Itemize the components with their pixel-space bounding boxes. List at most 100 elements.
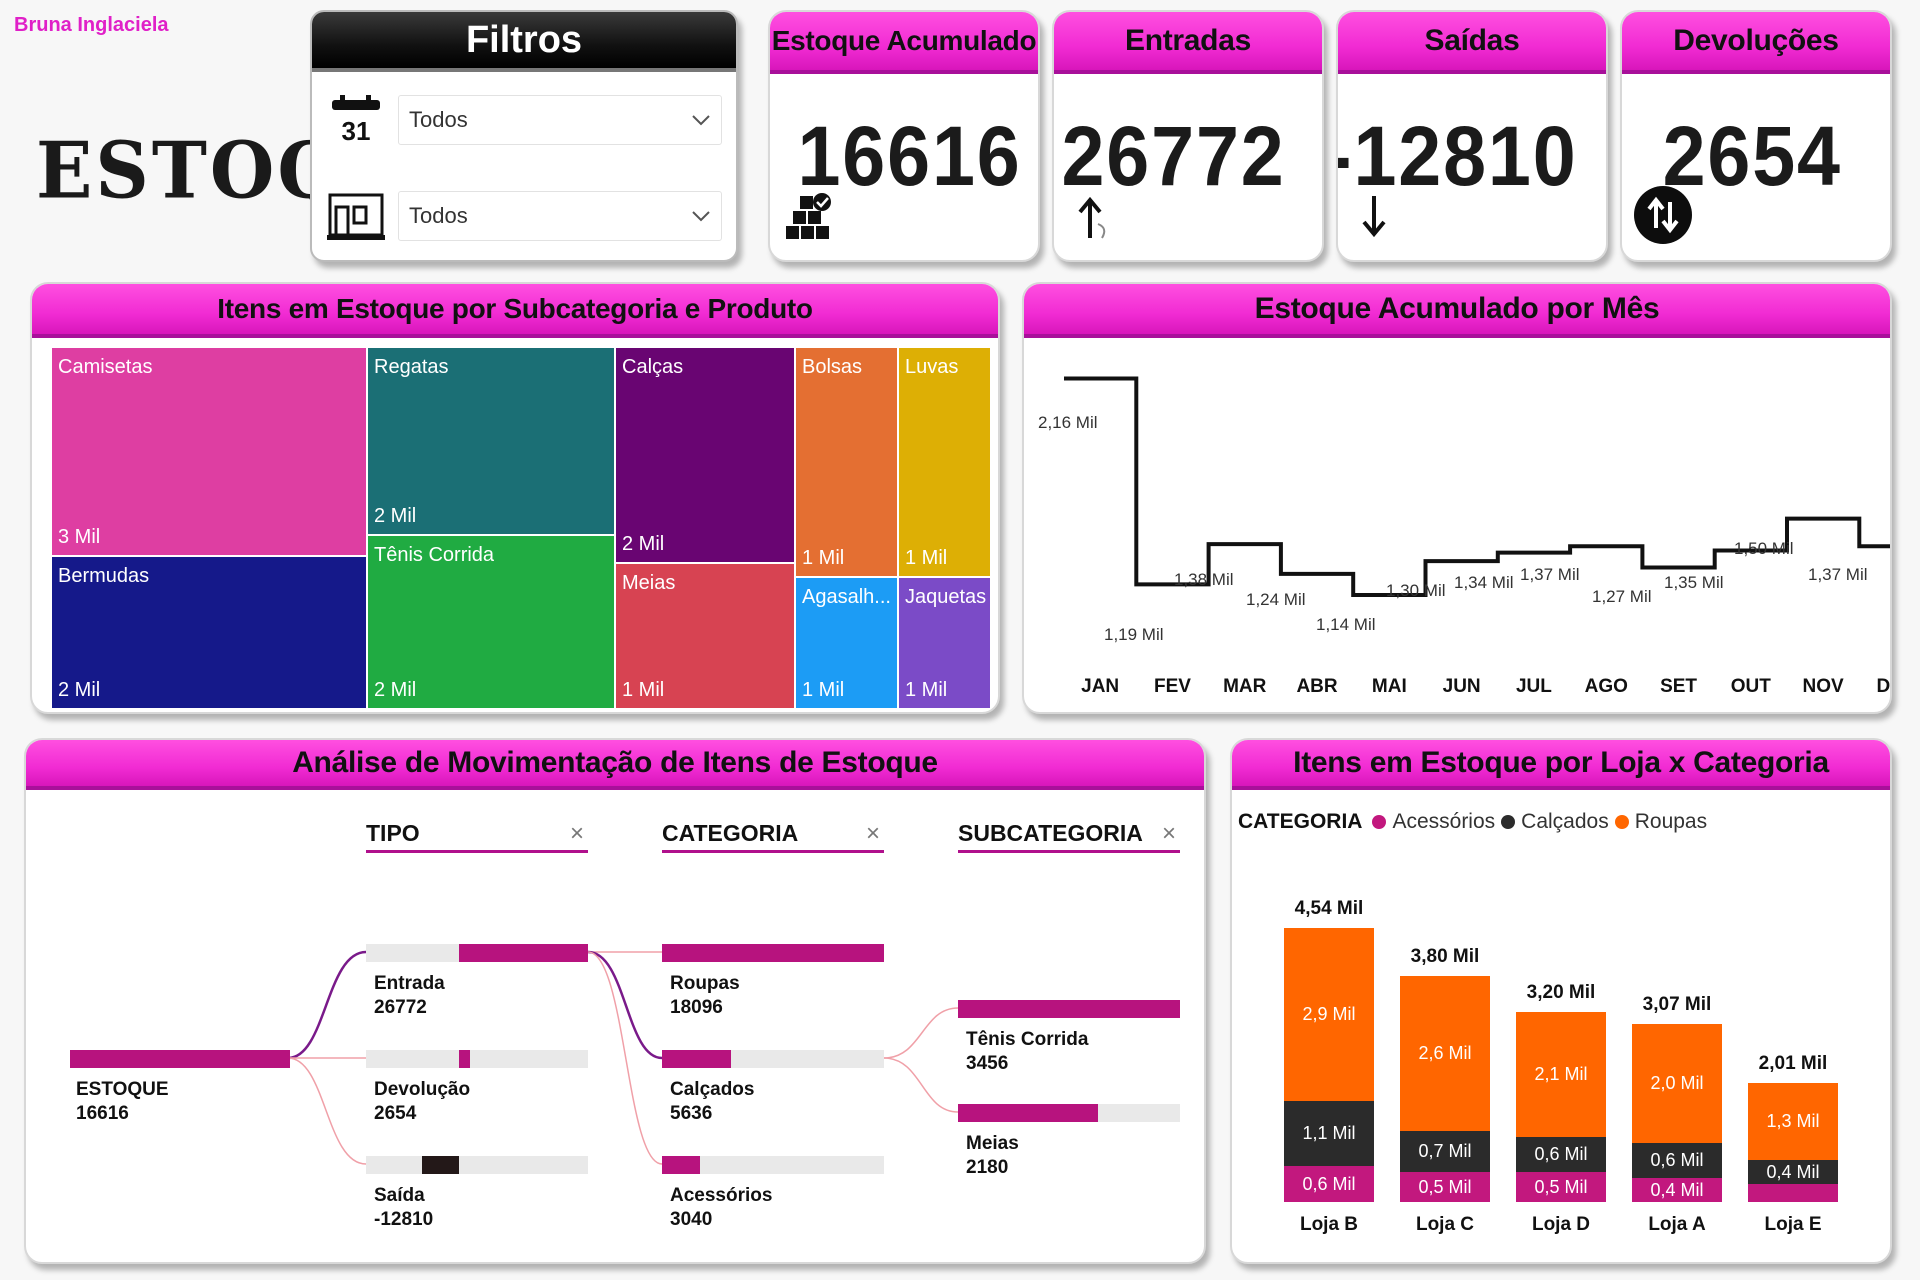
tipo-node-label: Entrada 26772 xyxy=(374,972,445,1020)
treemap-tile-name: Jaquetas xyxy=(905,586,987,608)
subcategoria-node-label-value: 2180 xyxy=(966,1157,1009,1178)
kpi-saidas: Saídas -12810 xyxy=(1336,10,1608,262)
tipo-node-label-name: Entrada xyxy=(374,973,445,994)
tipo-node-fill[interactable] xyxy=(459,1050,471,1068)
tipo-node-track[interactable] xyxy=(366,1050,588,1068)
data-label: 1,34 Mil xyxy=(1454,573,1514,592)
treemap-tile-value: 3 Mil xyxy=(58,526,101,548)
treemap-tile[interactable]: Bolsas 1 Mil xyxy=(796,348,897,576)
tipo-node-label-name: Saída xyxy=(374,1185,425,1206)
categoria-node-label: Calçados 5636 xyxy=(670,1078,754,1126)
treemap-tile[interactable]: Calças 2 Mil xyxy=(616,348,794,562)
treemap-tile[interactable]: Tênis Corrida 2 Mil xyxy=(368,536,614,708)
categoria-node-label-value: 3040 xyxy=(670,1209,713,1230)
tipo-node-label-name: Devolução xyxy=(374,1079,471,1100)
treemap-tile[interactable]: Agasalh... 1 Mil xyxy=(796,578,897,708)
root-node-label: ESTOQUE 16616 xyxy=(76,1078,169,1126)
treemap-tile[interactable]: Jaquetas 1 Mil xyxy=(899,578,990,708)
categoria-node-fill[interactable] xyxy=(662,944,884,962)
tipo-node-track[interactable] xyxy=(366,1156,588,1174)
segment-label: 0,6 Mil xyxy=(1650,1149,1704,1170)
date-filter-dropdown[interactable]: Todos xyxy=(398,95,722,145)
store-filter-dropdown[interactable]: Todos xyxy=(398,191,722,241)
segment-label: 2,0 Mil xyxy=(1650,1072,1704,1093)
subcategoria-node-label-value: 3456 xyxy=(966,1053,1009,1074)
tipo-node-label: Devolução 2654 xyxy=(374,1078,470,1126)
treemap-tile-name: Tênis Corrida xyxy=(374,544,495,566)
stacked-bar-segment[interactable]: 2,6 Mil xyxy=(1400,976,1490,1131)
subcategoria-node-label: Tênis Corrida 3456 xyxy=(966,1028,1088,1076)
categoria-node-label: Roupas 18096 xyxy=(670,972,740,1020)
subcategoria-node-fill[interactable] xyxy=(958,1000,1180,1018)
data-label: 1,50 Mil xyxy=(1734,539,1794,558)
kpi-devolucoes: Devoluções 2654 xyxy=(1620,10,1892,262)
treemap-tile[interactable]: Meias 1 Mil xyxy=(616,564,794,708)
segment-label: 0,6 Mil xyxy=(1534,1143,1588,1164)
stacked-bar-segment[interactable]: 2,9 Mil xyxy=(1284,928,1374,1101)
treemap-tile[interactable]: Camisetas 3 Mil xyxy=(52,348,366,555)
treemap-tile[interactable]: Luvas 1 Mil xyxy=(899,348,990,576)
treemap-tile-value: 2 Mil xyxy=(58,679,101,701)
segment-label: 2,9 Mil xyxy=(1302,1004,1356,1025)
treemap-chart: Camisetas 3 Mil Bermudas 2 Mil Regatas 2 Mil T… xyxy=(52,348,992,710)
tipo-node-fill[interactable] xyxy=(421,1156,460,1174)
treemap-tile-name: Calças xyxy=(622,356,684,378)
kpi-entradas: Entradas 26772 xyxy=(1052,10,1324,262)
bar-total-label: 4,54 Mil xyxy=(1294,898,1364,920)
x-tick-label: JAN xyxy=(1081,676,1119,697)
x-tick-label: Loja A xyxy=(1648,1214,1706,1235)
stacked-bar-segment[interactable]: 0,6 Mil xyxy=(1632,1142,1722,1179)
filters-title: Filtros xyxy=(312,12,736,72)
data-label: 1,37 Mil xyxy=(1520,565,1580,584)
stacked-bar-segment[interactable]: 0,4 Mil xyxy=(1632,1178,1722,1202)
arrow-down-icon xyxy=(1362,196,1386,238)
segment-label: 1,3 Mil xyxy=(1766,1111,1820,1132)
kpi-estoque-acumulado: Estoque Acumulado 16616 xyxy=(768,10,1040,262)
tipo-node-label-value: -12810 xyxy=(374,1209,434,1230)
stacked-bar-segment[interactable] xyxy=(1748,1184,1838,1202)
treemap-tile[interactable]: Regatas 2 Mil xyxy=(368,348,614,534)
x-tick-label: Loja C xyxy=(1415,1214,1475,1235)
line-chart-title: Estoque Acumulado por Mês xyxy=(1024,284,1890,338)
treemap-tile-name: Luvas xyxy=(905,356,959,378)
subcategoria-node-fill[interactable] xyxy=(958,1104,1098,1122)
data-label: 2,16 Mil xyxy=(1038,413,1098,432)
chevron-down-icon xyxy=(692,211,710,222)
bar-total-label: 2,01 Mil xyxy=(1758,1053,1828,1075)
stacked-bar-segment[interactable]: 2,0 Mil xyxy=(1632,1023,1722,1143)
stacked-bar-segment[interactable]: 1,3 Mil xyxy=(1748,1083,1838,1161)
date-filter-value: Todos xyxy=(409,107,468,132)
stacked-bar-segment[interactable]: 0,5 Mil xyxy=(1400,1172,1490,1202)
x-tick-label: JUN xyxy=(1443,676,1481,697)
segment-label: 0,5 Mil xyxy=(1534,1176,1588,1197)
tipo-node-label-value: 2654 xyxy=(374,1103,417,1124)
kpi-label: Entradas xyxy=(1054,12,1322,74)
stacked-bar-segment[interactable]: 0,5 Mil xyxy=(1516,1172,1606,1202)
bar-total-label: 3,80 Mil xyxy=(1410,946,1480,967)
treemap-tile-name: Regatas xyxy=(374,356,449,378)
stacked-bar-segment[interactable]: 0,6 Mil xyxy=(1284,1166,1374,1202)
treemap-tile[interactable]: Bermudas 2 Mil xyxy=(52,557,366,708)
author-name: Bruna Inglaciela xyxy=(14,14,169,36)
stacked-bar-segment[interactable]: 1,1 Mil xyxy=(1284,1100,1374,1167)
boxes-check-icon xyxy=(786,193,831,239)
segment-label: 0,6 Mil xyxy=(1302,1173,1356,1194)
categoria-node-fill[interactable] xyxy=(662,1050,731,1068)
tipo-node-fill[interactable] xyxy=(459,944,588,962)
swap-circle-icon xyxy=(1634,186,1692,244)
categoria-node-fill[interactable] xyxy=(662,1156,700,1174)
stacked-bar-segment[interactable]: 0,7 Mil xyxy=(1400,1130,1490,1173)
treemap-tile-name: Bermudas xyxy=(58,565,150,587)
stock-series-line[interactable] xyxy=(1064,376,1890,598)
root-node-label-name: ESTOQUE xyxy=(76,1079,169,1100)
movement-analysis-panel: Análise de Movimentação de Itens de Esto… xyxy=(24,738,1206,1264)
stacked-bar-segment[interactable]: 2,1 Mil xyxy=(1516,1011,1606,1137)
root-node-fill[interactable] xyxy=(70,1050,290,1068)
treemap-tile-value: 2 Mil xyxy=(622,533,665,555)
treemap-tile-name: Bolsas xyxy=(802,356,863,378)
stacked-bar-segment[interactable]: 0,4 Mil xyxy=(1748,1160,1838,1185)
date-filter-row: 31 Todos xyxy=(326,92,722,148)
stacked-bar-segment[interactable]: 0,6 Mil xyxy=(1516,1136,1606,1173)
categoria-node-label-name: Roupas xyxy=(670,973,740,994)
x-tick-label: MAR xyxy=(1223,676,1267,697)
